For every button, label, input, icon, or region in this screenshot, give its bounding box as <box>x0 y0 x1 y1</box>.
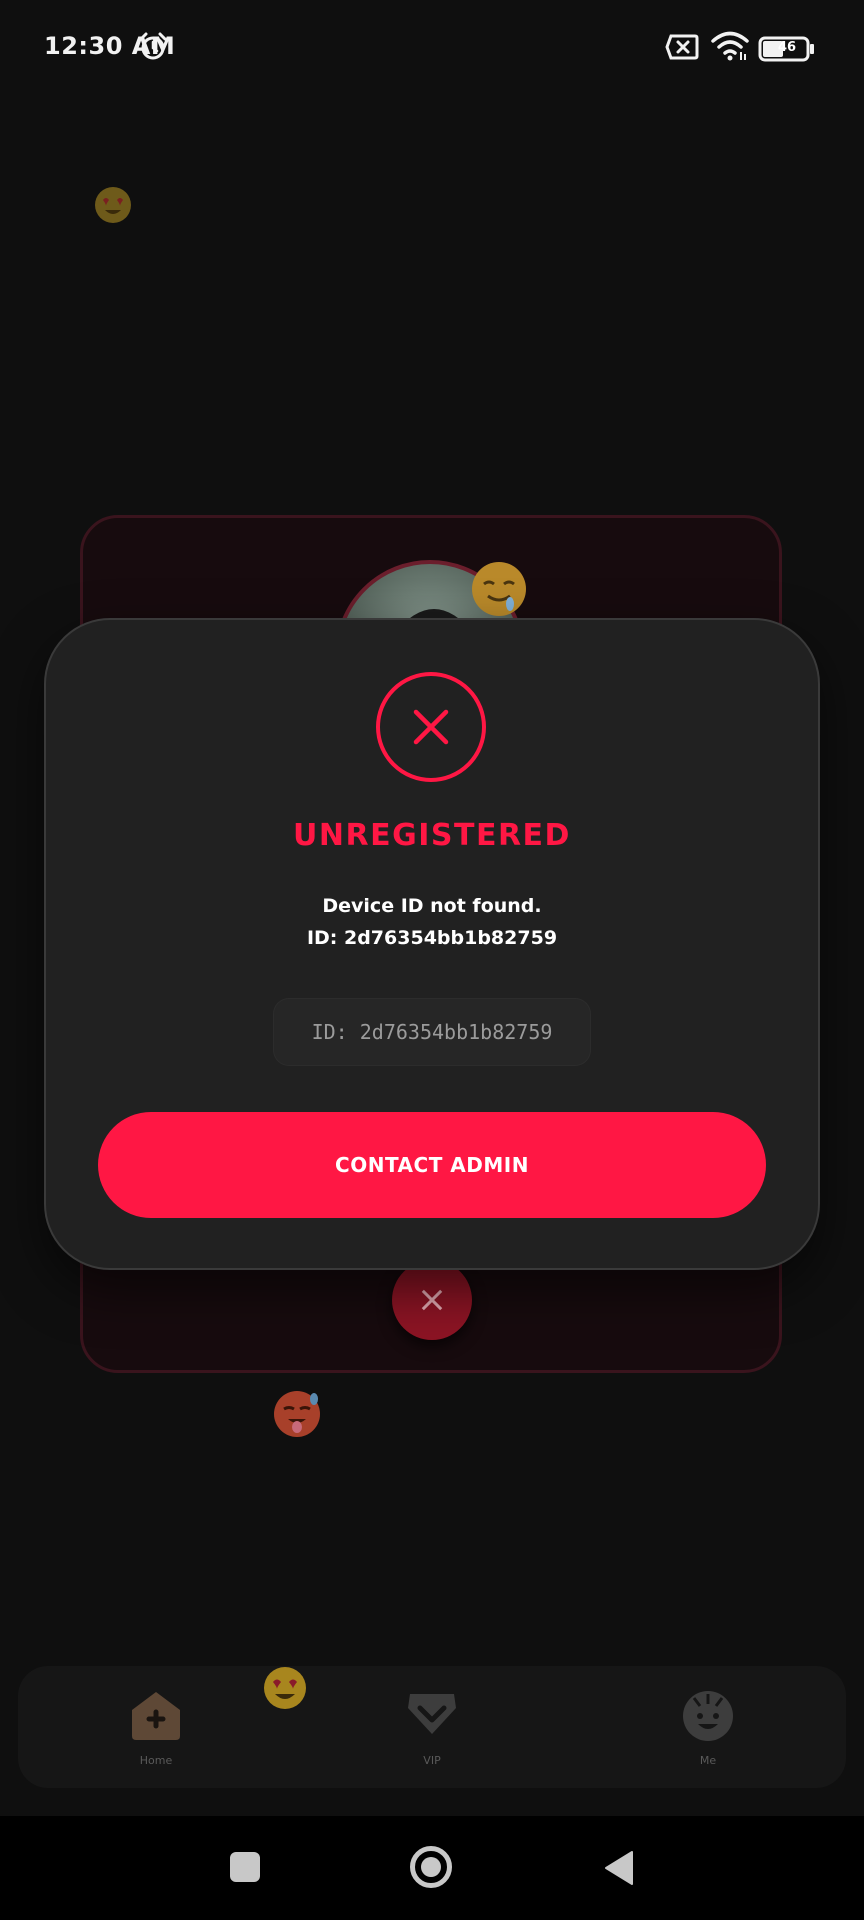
nav-label-home: Home <box>139 1754 173 1767</box>
heart-eyes-emoji-icon <box>95 187 131 223</box>
home-icon <box>132 1692 180 1740</box>
heart-eyes-emoji-icon-bottom <box>264 1667 306 1709</box>
close-circle-icon <box>376 672 486 782</box>
nav-label-me: Me <box>699 1754 717 1767</box>
contact-admin-button[interactable]: CONTACT ADMIN <box>98 1112 766 1218</box>
device-id-box[interactable]: ID: 2d76354bb1b82759 <box>273 998 591 1066</box>
dialog-message-line2: ID: 2d76354bb1b82759 <box>306 927 558 949</box>
screen: 12:30 AM 46 UNREGISTERED Device ID not f… <box>0 0 864 1920</box>
wifi-icon <box>711 31 749 61</box>
drooling-emoji-icon <box>472 562 526 616</box>
hot-face-emoji-icon <box>274 1391 320 1437</box>
diamond-icon <box>408 1694 456 1734</box>
home-circle-icon[interactable] <box>410 1846 452 1888</box>
dialog-message-line1: Device ID not found. <box>322 895 542 917</box>
dismiss-button-background <box>392 1260 472 1340</box>
nav-item-home[interactable]: Home <box>96 1688 216 1772</box>
alarm-icon <box>139 32 167 60</box>
device-id-text: ID: 2d76354bb1b82759 <box>311 1020 553 1044</box>
nav-label-vip: VIP <box>423 1754 441 1767</box>
dialog-message: Device ID not found. ID: 2d76354bb1b8275… <box>0 890 864 954</box>
nav-item-vip[interactable]: VIP <box>372 1688 492 1772</box>
nav-item-me[interactable]: Me <box>648 1688 768 1772</box>
status-bar: 12:30 AM 46 <box>0 0 864 96</box>
dialog-title: UNREGISTERED <box>293 818 571 853</box>
sim-blocked-icon <box>665 34 699 60</box>
battery-level: 46 <box>778 40 797 55</box>
recents-icon[interactable] <box>230 1852 260 1882</box>
face-icon <box>683 1691 733 1741</box>
back-icon[interactable] <box>602 1850 636 1886</box>
